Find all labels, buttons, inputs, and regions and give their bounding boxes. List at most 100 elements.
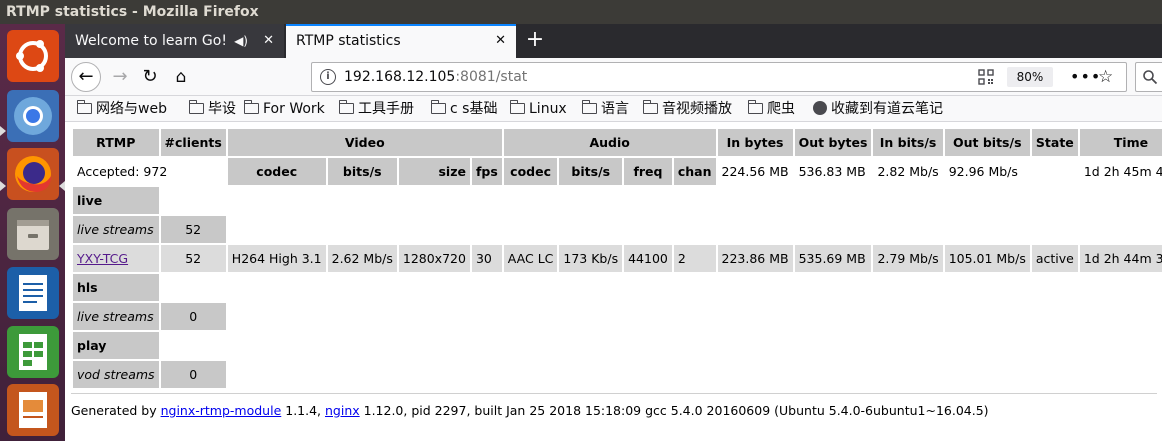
summary-state (1032, 158, 1078, 185)
ubuntu-icon[interactable] (7, 30, 59, 82)
back-arrow-icon[interactable]: ← (71, 62, 101, 92)
nginx-rtmp-module-link[interactable]: nginx-rtmp-module (161, 403, 282, 418)
subcol-codec: codec (227, 158, 326, 185)
bookmark-label: 语言 (601, 101, 629, 117)
writer-icon[interactable] (7, 267, 59, 319)
col-in-bytes: In bytes (717, 129, 793, 156)
bookmark-folder[interactable]: 工具手册 (338, 96, 414, 122)
stream-video-bitrate: 2.62 Mb/s (327, 245, 397, 272)
summary-in-bits: 2.82 Mb/s (877, 164, 939, 179)
window-title: RTMP statistics - Mozilla Firefox (0, 0, 1162, 24)
stream-out-bytes: 535.69 MB (794, 245, 872, 272)
bookmarks-toolbar: 网络与web 毕设 For Work 工具手册 c s基础 Linux 语言 音… (65, 96, 1162, 122)
subcol-freq: freq (624, 158, 672, 185)
section-title-live: live (73, 187, 159, 214)
col-time: Time (1079, 129, 1162, 156)
col-in-bits: In bits/s (873, 129, 943, 156)
bookmark-youdao[interactable]: 收藏到有道云笔记 (813, 96, 943, 122)
summary-in-bytes: 224.56 MB (721, 164, 789, 179)
firefox-icon[interactable] (7, 148, 59, 200)
live-streams-label: live streams (73, 216, 159, 243)
bookmark-folder[interactable]: 毕设 (188, 96, 236, 122)
bookmark-folder[interactable]: 爬虫 (747, 96, 795, 122)
section-hls: hls (73, 274, 1162, 301)
page-actions-icon[interactable]: ••• (1070, 63, 1101, 91)
search-box[interactable] (1135, 62, 1162, 92)
vod-streams-count: 0 (160, 361, 226, 388)
col-out-bits: Out bits/s (944, 129, 1030, 156)
footer-build-info: 1.12.0, pid 2297, built Jan 25 2018 15:1… (359, 403, 989, 418)
impress-icon[interactable] (7, 384, 59, 436)
new-tab-icon[interactable]: + (519, 24, 551, 58)
tab-rtmp-statistics[interactable]: RTMP statistics ✕ (286, 24, 516, 58)
hls-streams-label: live streams (73, 303, 159, 330)
url-host: 192.168.12.105 (344, 69, 456, 85)
stream-fps: 30 (471, 245, 502, 272)
live-streams-row: live streams 52 (73, 216, 1162, 243)
nav-bar: ← → ↻ ⌂ i 192.168.12.105:8081/stat 80% •… (65, 58, 1162, 96)
section-title-hls: hls (73, 274, 159, 301)
stream-in-bits: 2.79 Mb/s (873, 245, 943, 272)
footer: Generated by nginx-rtmp-module 1.1.4, ng… (71, 403, 989, 418)
files-icon[interactable] (7, 208, 59, 260)
globe-icon (813, 101, 827, 115)
subcol-bitrate: bits/s (327, 158, 397, 185)
accepted-count: Accepted: 972 (77, 164, 168, 179)
stream-audio-codec: AAC LC (503, 245, 558, 272)
launcher (0, 24, 65, 441)
bookmark-label: 网络与web (96, 101, 167, 117)
url-bar[interactable]: i 192.168.12.105:8081/stat 80% ••• ☆ (311, 62, 1127, 92)
reload-icon[interactable]: ↻ (137, 64, 163, 90)
stream-time: 1d 2h 44m 34s (1079, 245, 1162, 272)
bookmark-folder[interactable]: c s基础 (430, 96, 498, 122)
calc-icon[interactable] (7, 326, 59, 378)
section-play: play (73, 332, 1162, 359)
bookmark-folder[interactable]: 网络与web (76, 96, 167, 122)
section-live: live (73, 187, 1162, 214)
bookmark-folder[interactable]: 音视频播放 (642, 96, 732, 122)
stream-out-bits: 105.01 Mb/s (944, 245, 1030, 272)
folder-icon (188, 100, 204, 114)
hls-streams-count: 0 (160, 303, 226, 330)
tab-welcome[interactable]: Welcome to learn Go! ◀) ✕ (65, 24, 284, 58)
folder-icon (642, 100, 658, 114)
zoom-level[interactable]: 80% (1007, 67, 1053, 87)
bookmark-folder[interactable]: 语言 (581, 96, 629, 122)
subcol-size: size (398, 158, 470, 185)
url-text[interactable]: 192.168.12.105:8081/stat (344, 63, 527, 91)
live-streams-count: 52 (160, 216, 226, 243)
speaker-icon[interactable]: ◀) (234, 24, 248, 58)
info-icon[interactable]: i (320, 69, 336, 85)
close-icon[interactable]: ✕ (495, 26, 506, 56)
footer-module-version: 1.1.4, (281, 403, 325, 418)
nginx-link[interactable]: nginx (325, 403, 360, 418)
stream-state: active (1031, 245, 1078, 272)
stream-chan: 2 (673, 245, 716, 272)
col-rtmp: RTMP (73, 129, 159, 156)
folder-icon (76, 100, 92, 114)
qr-code-icon[interactable] (978, 69, 994, 85)
stream-video-codec: H264 High 3.1 (227, 245, 326, 272)
tab-bar: Welcome to learn Go! ◀) ✕ RTMP statistic… (65, 24, 1162, 58)
close-icon[interactable]: ✕ (263, 24, 274, 58)
summary-time: 1d 2h 45m 40s (1083, 164, 1162, 179)
folder-icon (747, 100, 763, 114)
bookmark-folder[interactable]: Linux (509, 96, 567, 122)
footer-prefix: Generated by (71, 403, 161, 418)
col-out-bytes: Out bytes (794, 129, 872, 156)
folder-icon (509, 100, 525, 114)
bookmark-star-icon[interactable]: ☆ (1098, 63, 1113, 91)
subcol-chan: chan (673, 158, 716, 185)
bookmark-label: c s基础 (450, 101, 498, 117)
home-icon[interactable]: ⌂ (168, 64, 194, 90)
folder-icon (430, 100, 446, 114)
stream-in-bytes: 223.86 MB (717, 245, 793, 272)
summary-row: Accepted: 972 codec bits/s size fps code… (73, 158, 1162, 185)
col-audio: Audio (503, 129, 716, 156)
forward-arrow-icon[interactable]: → (107, 64, 133, 90)
folder-icon (243, 100, 259, 114)
col-clients: #clients (160, 129, 226, 156)
chromium-icon[interactable] (7, 90, 59, 142)
stream-link[interactable]: YXY-TCG (77, 251, 128, 266)
bookmark-folder[interactable]: For Work (243, 96, 325, 122)
